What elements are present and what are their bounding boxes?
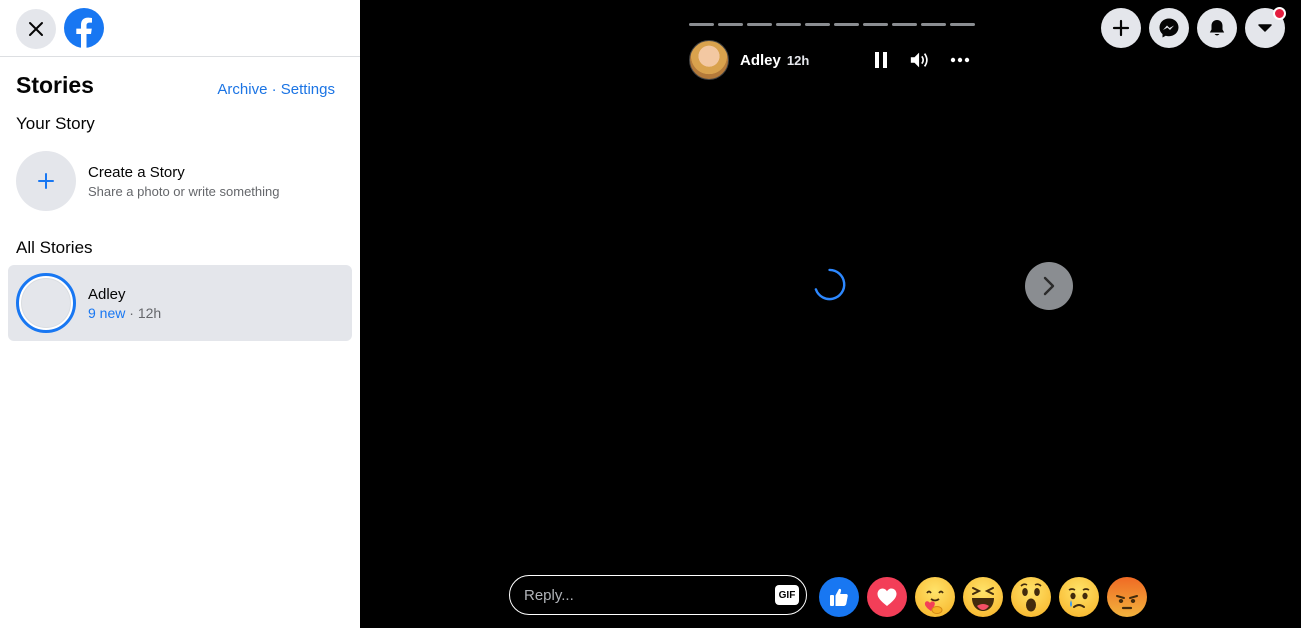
messenger-button[interactable] bbox=[1149, 8, 1189, 48]
more-icon bbox=[950, 57, 970, 63]
haha-emoji-icon bbox=[972, 587, 994, 611]
bell-icon bbox=[1209, 20, 1225, 36]
author-avatar[interactable] bbox=[689, 40, 729, 80]
facebook-logo-icon[interactable] bbox=[64, 8, 104, 48]
angry-emoji-icon bbox=[1116, 595, 1138, 610]
progress-segment bbox=[950, 23, 975, 26]
header-links: Archive · Settings bbox=[217, 81, 335, 98]
like-reaction-button[interactable] bbox=[819, 577, 859, 617]
close-button[interactable] bbox=[16, 9, 56, 49]
progress-segment bbox=[834, 23, 859, 26]
your-story-heading: Your Story bbox=[16, 114, 95, 133]
notification-badge bbox=[1273, 7, 1286, 20]
loading-spinner-icon bbox=[814, 268, 846, 301]
haha-reaction-button[interactable] bbox=[963, 577, 1003, 617]
plus-icon bbox=[1112, 19, 1130, 37]
care-reaction-button[interactable] bbox=[915, 577, 955, 617]
messenger-icon bbox=[1159, 18, 1179, 38]
care-emoji-icon bbox=[924, 590, 944, 614]
create-story-button[interactable]: Create a Story Share a photo or write so… bbox=[16, 151, 280, 211]
stories-sidebar: Stories Archive · Settings Your Story Cr… bbox=[0, 0, 360, 628]
caret-down-icon bbox=[1258, 24, 1272, 32]
create-button[interactable] bbox=[1101, 8, 1141, 48]
volume-icon bbox=[910, 52, 928, 68]
progress-segment bbox=[689, 23, 714, 26]
sidebar-topbar bbox=[0, 0, 360, 57]
notifications-button[interactable] bbox=[1197, 8, 1237, 48]
reaction-bar bbox=[819, 577, 1147, 617]
progress-segment bbox=[747, 23, 772, 26]
story-new-count: 9 new bbox=[88, 304, 126, 321]
love-reaction-button[interactable] bbox=[867, 577, 907, 617]
story-age: 12h bbox=[137, 304, 162, 321]
create-story-circle bbox=[16, 151, 76, 211]
story-list-item[interactable]: Adley 9 new · 12h bbox=[8, 265, 352, 341]
all-stories-heading: All Stories bbox=[16, 238, 93, 257]
wow-reaction-button[interactable] bbox=[1011, 577, 1051, 617]
settings-link[interactable]: Settings bbox=[281, 81, 335, 98]
archive-link[interactable]: Archive bbox=[217, 81, 267, 98]
next-story-button[interactable] bbox=[1025, 262, 1073, 310]
heart-icon bbox=[877, 588, 897, 606]
page-title: Stories bbox=[16, 72, 94, 98]
create-story-subtitle: Share a photo or write something bbox=[88, 183, 280, 199]
sad-reaction-button[interactable] bbox=[1059, 577, 1099, 617]
avatar bbox=[21, 278, 71, 328]
story-author[interactable]: Adley 12h bbox=[689, 40, 809, 80]
plus-icon bbox=[38, 173, 54, 189]
progress-segment bbox=[892, 23, 917, 26]
story-viewer: Adley 12h Reply... GIF bbox=[360, 0, 1301, 628]
close-icon bbox=[29, 22, 43, 36]
story-progress-bar bbox=[689, 23, 975, 26]
story-ring bbox=[16, 273, 76, 333]
author-name[interactable]: Adley bbox=[740, 52, 781, 69]
gif-button[interactable]: GIF bbox=[775, 585, 799, 605]
progress-segment bbox=[776, 23, 801, 26]
sad-emoji-icon bbox=[1068, 588, 1090, 608]
wow-emoji-icon bbox=[1020, 583, 1042, 612]
reply-input[interactable] bbox=[524, 586, 764, 604]
progress-segment bbox=[805, 23, 830, 26]
pause-icon bbox=[875, 52, 887, 68]
more-options-button[interactable] bbox=[949, 49, 971, 71]
progress-segment bbox=[921, 23, 946, 26]
angry-reaction-button[interactable] bbox=[1107, 577, 1147, 617]
progress-segment bbox=[863, 23, 888, 26]
links-separator: · bbox=[271, 81, 277, 98]
author-time: 12h bbox=[786, 52, 810, 68]
thumbs-up-icon bbox=[830, 588, 848, 606]
progress-segment bbox=[718, 23, 743, 26]
pause-button[interactable] bbox=[870, 49, 892, 71]
meta-separator: · bbox=[129, 304, 138, 321]
story-meta: 9 new · 12h bbox=[88, 305, 161, 321]
reply-box: GIF bbox=[509, 575, 807, 615]
chevron-right-icon bbox=[1043, 276, 1055, 296]
story-author-name: Adley bbox=[88, 285, 126, 303]
account-menu-button[interactable] bbox=[1245, 7, 1286, 48]
create-story-title: Create a Story bbox=[88, 163, 185, 181]
volume-button[interactable] bbox=[909, 49, 931, 71]
